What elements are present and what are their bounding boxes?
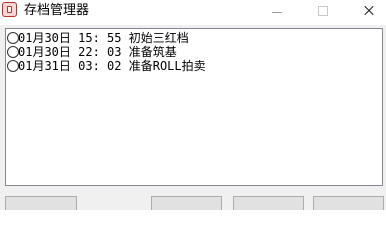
save-time: 22: 03 [78, 45, 122, 59]
window-title: 存档管理器 [24, 3, 90, 18]
close-button[interactable] [346, 0, 386, 25]
save-item[interactable]: 01月30日 15: 55 初始三红档 [6, 31, 382, 45]
save-time: 03: 02 [78, 59, 122, 73]
maximize-icon [318, 6, 328, 16]
title-bar[interactable]: 存档管理器 [0, 0, 386, 25]
close-icon [364, 6, 374, 16]
minimize-button[interactable] [254, 0, 300, 25]
action-button-3[interactable] [233, 196, 304, 210]
save-time: 15: 55 [78, 31, 122, 45]
save-item[interactable]: 01月31日 03: 02 准备ROLL拍卖 [6, 59, 382, 73]
save-date: 01月30日 [18, 45, 71, 59]
save-item-label: 01月30日 15: 55 初始三红档 [18, 31, 189, 45]
save-manager-window: 存档管理器 01月30日 15: 55 初始三红档 01月30日 22: 03 … [0, 0, 386, 210]
minimize-icon [272, 12, 282, 13]
save-date: 01月30日 [18, 31, 71, 45]
save-name: 准备ROLL拍卖 [128, 59, 206, 73]
action-button-4[interactable] [313, 196, 384, 210]
app-icon [2, 2, 17, 17]
action-button-1[interactable] [5, 196, 77, 210]
save-name: 初始三红档 [128, 31, 189, 45]
save-item-label: 01月31日 03: 02 准备ROLL拍卖 [18, 59, 206, 73]
action-button-2[interactable] [151, 196, 222, 210]
save-name: 准备筑基 [128, 45, 177, 59]
save-item-label: 01月30日 22: 03 准备筑基 [18, 45, 177, 59]
save-list[interactable]: 01月30日 15: 55 初始三红档 01月30日 22: 03 准备筑基 0… [5, 28, 383, 186]
save-date: 01月31日 [18, 59, 71, 73]
save-item[interactable]: 01月30日 22: 03 准备筑基 [6, 45, 382, 59]
maximize-button[interactable] [300, 0, 346, 25]
